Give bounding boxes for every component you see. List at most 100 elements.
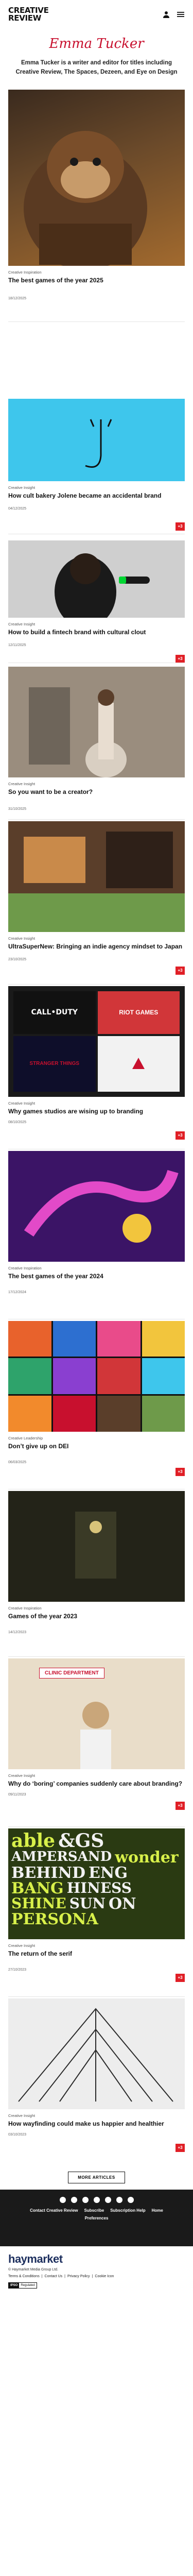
ipso-regulated: Regulated <box>21 2283 35 2287</box>
legal-link-terms[interactable]: Terms & Conditions <box>8 2274 40 2279</box>
site-footer: Contact Creative Review Subscribe Subscr… <box>0 2189 193 2246</box>
footer-link-contact[interactable]: Contact Creative Review <box>30 2208 78 2213</box>
jolene-face-illustration <box>85 419 112 468</box>
article-thumbnail[interactable]: CLINIC DEPARTMENT <box>8 1658 185 1769</box>
comments-badge[interactable]: +3 <box>176 654 185 663</box>
article-thumbnail[interactable] <box>8 89 185 266</box>
divider <box>8 819 185 820</box>
article-date: 09/11/2023 <box>8 1793 26 1797</box>
facebook-icon[interactable] <box>71 2196 77 2203</box>
article-card[interactable]: Creative Insight How to build a fintech … <box>8 540 185 667</box>
rss-icon[interactable] <box>127 2196 134 2203</box>
serif-word: ON <box>108 1894 136 1913</box>
article-thumbnail[interactable] <box>8 1490 185 1602</box>
article-category[interactable]: Creative Insight <box>8 1773 185 1778</box>
article-category[interactable]: Creative Insight <box>8 485 185 490</box>
article-title[interactable]: Why games studios are wising up to brand… <box>8 1108 185 1116</box>
serif-word: SUN <box>69 1894 106 1912</box>
comments-badge[interactable]: +3 <box>176 1467 185 1476</box>
article-card[interactable]: Creative Insight How wayfinding could ma… <box>8 1996 185 2168</box>
linkedin-icon[interactable] <box>93 2196 100 2203</box>
article-date: 18/12/2025 <box>8 297 27 301</box>
comments-badge[interactable]: +3 <box>176 1801 185 1810</box>
article-category[interactable]: Creative Inspiration <box>8 1606 185 1611</box>
article-category[interactable]: Creative Insight <box>8 782 185 786</box>
comments-badge[interactable]: +3 <box>176 522 185 531</box>
legal-link-contact[interactable]: Contact Us <box>45 2274 63 2279</box>
article-title[interactable]: So you want to be a creator? <box>8 788 185 796</box>
article-title[interactable]: Games of the year 2023 <box>8 1613 185 1621</box>
article-category[interactable]: Creative Insight <box>8 1101 185 1106</box>
article-card[interactable]: CLINIC DEPARTMENT Creative Insight Why d… <box>8 1656 185 1828</box>
user-icon[interactable] <box>162 10 170 19</box>
haymarket-logo[interactable]: haymarket <box>8 2252 185 2266</box>
article-category[interactable]: Creative Inspiration <box>8 1266 185 1270</box>
article-title[interactable]: Don’t give up on DEI <box>8 1443 185 1451</box>
wayfinding-illustration <box>8 1998 185 2109</box>
legal-link-privacy[interactable]: Privacy Policy <box>67 2274 90 2279</box>
logo-line-2: REVIEW <box>8 13 41 23</box>
portrait-grid <box>8 1320 185 1432</box>
header-icons <box>162 10 185 19</box>
article-title[interactable]: How cult bakery Jolene became an acciden… <box>8 492 185 500</box>
boring-branding-illustration <box>80 1701 111 1769</box>
article-title[interactable]: The return of the serif <box>8 1950 185 1958</box>
article-date: 27/10/2023 <box>8 1968 27 1972</box>
article-title[interactable]: Why do ‘boring’ companies suddenly care … <box>8 1780 185 1788</box>
article-thumbnail[interactable] <box>8 1320 185 1432</box>
article-card[interactable]: Creative Inspiration The best games of t… <box>8 1148 185 1321</box>
article-category[interactable]: Creative Insight <box>8 622 185 626</box>
article-title[interactable]: The best games of the year 2025 <box>8 277 185 285</box>
article-date: 08/10/2025 <box>8 1121 27 1125</box>
article-card[interactable]: Creative Inspiration Games of the year 2… <box>8 1488 185 1658</box>
comments-badge[interactable]: +3 <box>176 1131 185 1140</box>
legal-link-cookie[interactable]: Cookie Icon <box>95 2274 114 2279</box>
article-thumbnail[interactable] <box>8 1150 185 1262</box>
youtube-icon[interactable] <box>116 2196 122 2203</box>
article-thumbnail[interactable] <box>8 1998 185 2109</box>
footer-link-preferences[interactable]: Preferences <box>85 2216 109 2221</box>
article-title[interactable]: How to build a fintech brand with cultur… <box>8 629 185 637</box>
article-thumbnail[interactable] <box>8 821 185 932</box>
article-thumbnail[interactable]: CALL•DUTY RIOT GAMES STRANGER THINGS <box>8 986 185 1097</box>
article-card[interactable]: Creative Inspiration The best games of t… <box>8 89 185 399</box>
article-title[interactable]: The best games of the year 2024 <box>8 1273 185 1281</box>
article-card[interactable]: able &GS AMPERSAND wonder BEHIND ENG BAN… <box>8 1826 185 1998</box>
x-icon[interactable] <box>59 2196 66 2203</box>
article-category[interactable]: Creative Inspiration <box>8 270 185 275</box>
article-thumbnail[interactable] <box>8 398 185 481</box>
footer-link-home[interactable]: Home <box>152 2208 163 2213</box>
creator-photo <box>8 666 185 777</box>
comments-badge[interactable]: +3 <box>176 966 185 975</box>
more-articles-button[interactable]: MORE ARTICLES <box>68 2171 125 2183</box>
article-category[interactable]: Creative Insight <box>8 1943 185 1948</box>
instagram-icon[interactable] <box>104 2196 111 2203</box>
article-date: 17/12/2024 <box>8 1291 27 1295</box>
article-card[interactable]: CALL•DUTY RIOT GAMES STRANGER THINGS Cre… <box>8 984 185 1151</box>
logo-tile: CALL•DUTY <box>13 991 96 1035</box>
article-thumbnail[interactable]: able &GS AMPERSAND wonder BEHIND ENG BAN… <box>8 1828 185 1939</box>
pinterest-icon[interactable] <box>82 2196 89 2203</box>
menu-icon[interactable] <box>177 10 185 19</box>
cash-app-illustration <box>8 540 185 618</box>
article-thumbnail[interactable] <box>8 666 185 777</box>
creative-review-logo[interactable]: CREATIVE REVIEW <box>8 7 49 22</box>
comments-badge[interactable]: +3 <box>176 2143 185 2152</box>
footer-link-subscription-help[interactable]: Subscription Help <box>110 2208 145 2213</box>
article-card[interactable]: Creative Insight UltraSuperNew: Bringing… <box>8 819 185 986</box>
article-card[interactable]: Creative Insight So you want to be a cre… <box>8 662 185 821</box>
article-category[interactable]: Creative Insight <box>8 2113 185 2118</box>
article-thumbnail[interactable] <box>8 540 185 618</box>
legal-links: Terms & Conditions | Contact Us | Privac… <box>8 2274 185 2279</box>
separator: | <box>64 2274 65 2278</box>
ipso-badge[interactable]: IPSO Regulated <box>8 2282 37 2289</box>
serif-word: BANG <box>11 1879 64 1897</box>
article-category[interactable]: Creative Insight <box>8 936 185 941</box>
comments-badge[interactable]: +3 <box>176 1973 185 1982</box>
article-category[interactable]: Creative Leadership <box>8 1436 185 1440</box>
footer-link-subscribe[interactable]: Subscribe <box>84 2208 104 2213</box>
author-bio: Emma Tucker is a writer and editor for t… <box>15 60 178 75</box>
article-title[interactable]: UltraSuperNew: Bringing an indie agency … <box>8 943 185 951</box>
article-card[interactable]: Creative Leadership Don’t give up on DEI… <box>8 1318 185 1491</box>
article-title[interactable]: How wayfinding could make us happier and… <box>8 2120 185 2128</box>
